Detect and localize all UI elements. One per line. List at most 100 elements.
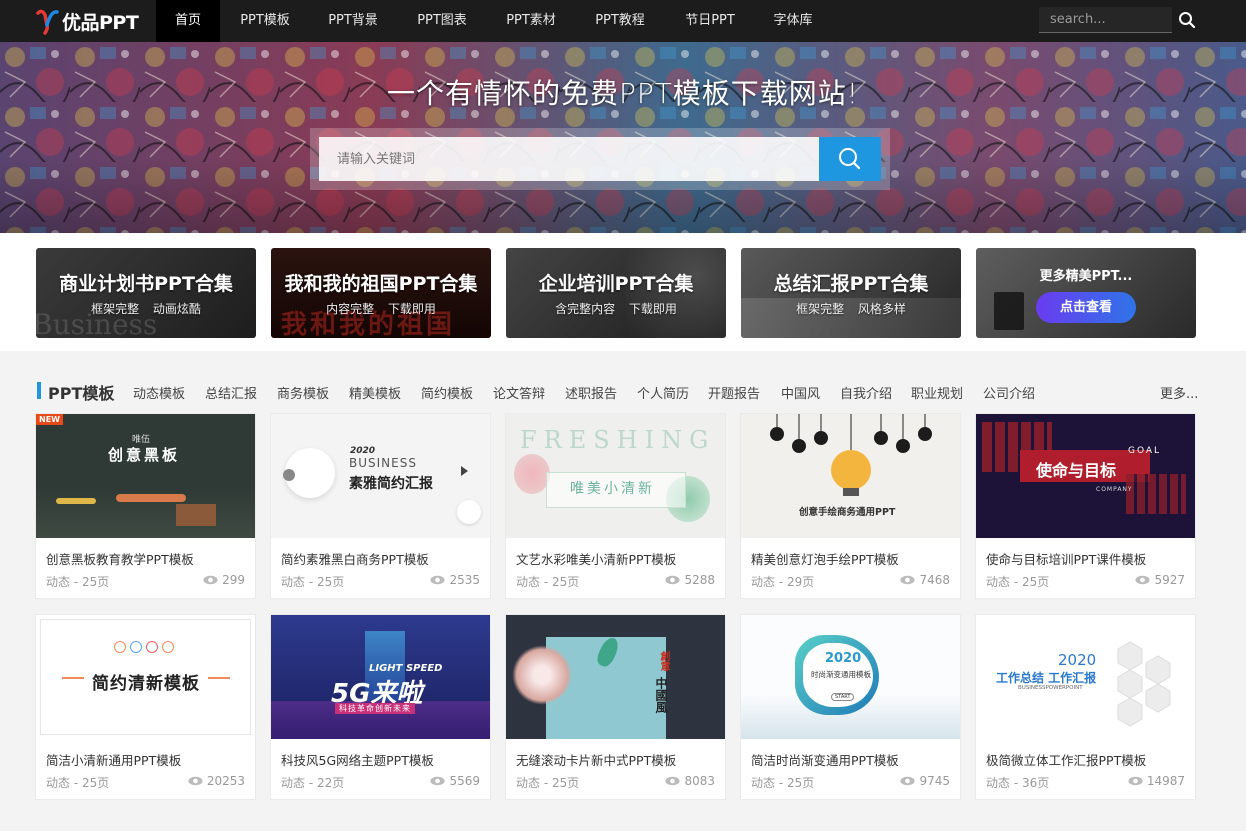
eye-icon <box>430 776 445 786</box>
thumb-decor <box>146 641 158 653</box>
category-link[interactable]: 述职报告 <box>565 383 617 402</box>
template-card[interactable]: GOAL 使命与目标 COMPANY 使命与目标培训PPT课件模板 动态 - 2… <box>975 413 1196 599</box>
category-link[interactable]: 商务模板 <box>277 383 329 402</box>
nav-item-ppt-tutorials[interactable]: PPT教程 <box>581 0 659 42</box>
nav-item-ppt-templates[interactable]: PPT模板 <box>226 0 304 42</box>
view-count: 20253 <box>206 774 245 788</box>
view-count: 14987 <box>1146 774 1185 788</box>
category-link[interactable]: 职业规划 <box>911 383 963 402</box>
nav-item-ppt-backgrounds[interactable]: PPT背景 <box>314 0 392 42</box>
card-thumbnail: LIGHT SPEED 5G来啦 科技革命创新未来 <box>271 615 490 739</box>
card-title[interactable]: 无缝滚动卡片新中式PPT模板 <box>516 750 676 769</box>
category-link[interactable]: 总结汇报 <box>205 383 257 402</box>
search-icon[interactable] <box>1178 11 1196 29</box>
view-count: 2535 <box>449 573 480 587</box>
topic-card-summary[interactable]: 总结汇报PPT合集 框架完整 风格多样 <box>741 248 961 338</box>
template-card[interactable]: 2020 简约清新模板 简洁小清新通用PPT模板 动态 - 25页 20253 <box>35 614 256 800</box>
category-link[interactable]: 公司介绍 <box>983 383 1035 402</box>
card-meta: 动态 - 25页 <box>516 776 580 790</box>
card-title[interactable]: 简洁小清新通用PPT模板 <box>46 750 181 769</box>
section-more-link[interactable]: 更多... <box>1160 383 1198 402</box>
thumb-decor <box>208 677 230 681</box>
template-card[interactable]: 创意手绘商务通用PPT 精美创意灯泡手绘PPT模板 动态 - 29页 7468 <box>740 413 961 599</box>
eye-icon <box>1128 776 1143 786</box>
thumb-decor <box>130 641 142 653</box>
view-count: 5288 <box>684 573 715 587</box>
card-views: 9745 <box>900 774 950 788</box>
view-count: 9745 <box>919 774 950 788</box>
category-link[interactable]: 自我介绍 <box>840 383 892 402</box>
topic-card-motherland[interactable]: 我和我的祖国 我和我的祖国PPT合集 内容完整 下载即用 <box>271 248 491 338</box>
template-card[interactable]: 2020 BUSINESS 素雅简约汇报 简约素雅黑白商务PPT模板 动态 - … <box>270 413 491 599</box>
eye-icon <box>665 575 680 585</box>
card-thumbnail: 2020 时尚渐变通用模板 START <box>741 615 960 739</box>
category-link[interactable]: 动态模板 <box>133 383 185 402</box>
card-meta: 动态 - 25页 <box>516 575 580 589</box>
thumb-text: 简约清新模板 <box>92 674 200 694</box>
template-card[interactable]: 創意 中國風 无缝滚动卡片新中式PPT模板 动态 - 25页 8083 <box>505 614 726 800</box>
category-link[interactable]: 中国风 <box>781 383 820 402</box>
template-card[interactable]: FRESHING 唯美小清新 文艺水彩唯美小清新PPT模板 动态 - 25页 5… <box>505 413 726 599</box>
topic-subtitle: 含完整内容 下载即用 <box>555 302 677 316</box>
card-meta: 动态 - 25页 <box>46 776 110 790</box>
card-views: 14987 <box>1128 774 1185 788</box>
nav-search-input[interactable] <box>1039 7 1172 33</box>
topic-subtitle: 框架完整 风格多样 <box>796 302 906 316</box>
eye-icon <box>188 776 203 786</box>
hero-search-button[interactable] <box>819 137 881 181</box>
card-title[interactable]: 科技风5G网络主题PPT模板 <box>281 750 434 769</box>
site-logo[interactable]: 优品PPT <box>36 6 139 36</box>
view-more-button[interactable]: 点击查看 <box>1036 292 1136 323</box>
thumb-text: FRESHING <box>520 426 716 454</box>
category-link[interactable]: 论文答辩 <box>493 383 545 402</box>
card-title[interactable]: 创意黑板教育教学PPT模板 <box>46 549 194 568</box>
hero-search-input[interactable] <box>319 137 819 181</box>
category-link[interactable]: 简约模板 <box>421 383 473 402</box>
thumb-text: 2020 <box>825 651 862 666</box>
logo-mark-icon <box>36 9 59 35</box>
hero-search-box <box>310 128 890 190</box>
nav-item-home[interactable]: 首页 <box>156 0 220 42</box>
template-card[interactable]: 唯伍 创意黑板 NEW 创意黑板教育教学PPT模板 动态 - 25页 299 <box>35 413 256 599</box>
thumb-text: 唯美小清新 <box>570 481 655 497</box>
card-title[interactable]: 简约素雅黑白商务PPT模板 <box>281 549 429 568</box>
card-title[interactable]: 简洁时尚渐变通用PPT模板 <box>751 750 899 769</box>
hero-title: 一个有情怀的免费PPT模板下载网站! <box>386 77 860 110</box>
thumb-decor <box>116 494 186 502</box>
thumb-text: 2020 <box>350 446 376 456</box>
category-link[interactable]: 精美模板 <box>349 383 401 402</box>
thumb-text: START <box>831 693 855 701</box>
topic-subtitle: 框架完整 动画炫酷 <box>91 302 201 316</box>
topic-card-business-plan[interactable]: Business 商业计划书PPT合集 框架完整 动画炫酷 <box>36 248 256 338</box>
category-link[interactable]: 开题报告 <box>708 383 760 402</box>
nav-item-ppt-charts[interactable]: PPT图表 <box>403 0 481 42</box>
topic-title: 商业计划书PPT合集 <box>59 273 233 295</box>
category-link[interactable]: 个人简历 <box>637 383 689 402</box>
card-title[interactable]: 精美创意灯泡手绘PPT模板 <box>751 549 899 568</box>
card-title[interactable]: 使命与目标培训PPT课件模板 <box>986 549 1146 568</box>
nav-item-fonts[interactable]: 字体库 <box>760 0 826 42</box>
nav-item-holiday-ppt[interactable]: 节日PPT <box>671 0 749 42</box>
template-card[interactable]: 2020 工作总结 工作汇报 BUSINESSPOWERPOINT 极简微立体工… <box>975 614 1196 800</box>
card-title[interactable]: 极简微立体工作汇报PPT模板 <box>986 750 1146 769</box>
thumb-text: 使命与目标 <box>1036 461 1117 480</box>
section-accent-bar <box>37 382 41 399</box>
eye-icon <box>665 776 680 786</box>
eye-icon <box>203 575 218 585</box>
template-card[interactable]: 2020 时尚渐变通用模板 START 简洁时尚渐变通用PPT模板 动态 - 2… <box>740 614 961 800</box>
thumb-text: 中國風 <box>654 677 668 713</box>
hero-banner: 一个有情怀的免费PPT模板下载网站! <box>0 42 1246 233</box>
eye-icon <box>900 575 915 585</box>
topic-card-training[interactable]: 企业培训PPT合集 含完整内容 下载即用 <box>506 248 726 338</box>
topic-card-more[interactable]: 更多精美PPT... 点击查看 <box>976 248 1196 338</box>
section-title: PPT模板 <box>48 384 115 403</box>
nav-item-ppt-materials[interactable]: PPT素材 <box>492 0 570 42</box>
thumb-decor <box>1126 474 1186 514</box>
card-title[interactable]: 文艺水彩唯美小清新PPT模板 <box>516 549 676 568</box>
eye-icon <box>1135 575 1150 585</box>
template-card[interactable]: LIGHT SPEED 5G来啦 科技革命创新未来 科技风5G网络主题PPT模板… <box>270 614 491 800</box>
logo-text: 优品PPT <box>62 11 139 34</box>
card-views: 7468 <box>900 573 950 587</box>
lightbulbs-illustration <box>770 414 932 496</box>
thumb-decor <box>283 469 295 481</box>
